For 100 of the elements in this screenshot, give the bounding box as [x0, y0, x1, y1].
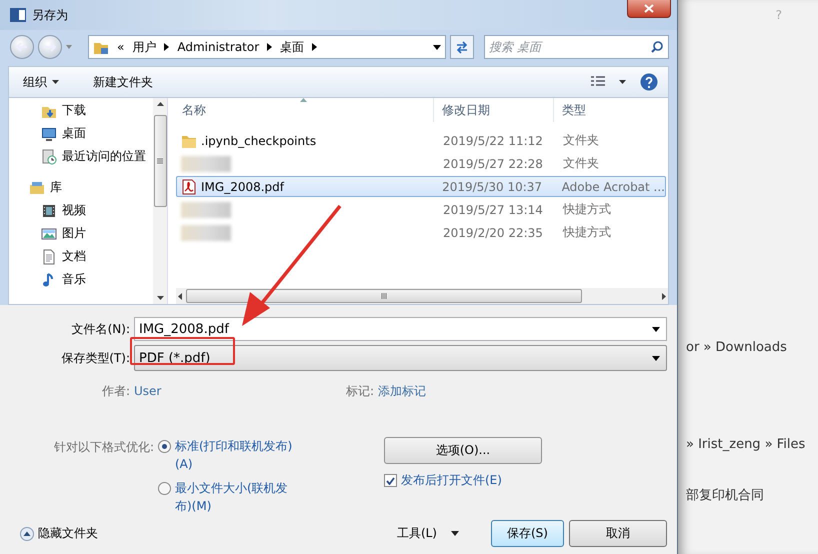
file-row[interactable]: 2019/5/27 22:28 文件夹 — [176, 153, 666, 174]
nav-label: 视频 — [62, 202, 86, 219]
scrollbar-thumb[interactable] — [186, 289, 582, 303]
search-field[interactable]: 搜索 桌面 — [484, 35, 669, 59]
nav-item[interactable]: 桌面 — [15, 122, 153, 145]
organize-menu[interactable]: 组织 — [19, 72, 63, 92]
dropdown-caret-icon — [652, 356, 660, 360]
file-type: Adobe Acrobat ... — [560, 180, 665, 194]
picture-icon — [41, 226, 57, 242]
caret-icon — [52, 80, 59, 84]
forward-arrow-icon — [44, 42, 56, 52]
scroll-right-icon — [662, 292, 666, 300]
help-icon[interactable] — [640, 73, 658, 91]
horizontal-scrollbar[interactable] — [176, 288, 668, 304]
back-button[interactable] — [10, 35, 34, 59]
dropdown-caret-icon[interactable] — [433, 44, 441, 50]
column-header[interactable]: 类型 — [554, 98, 668, 122]
field-label: 文件名(N): — [70, 320, 131, 338]
nav-item[interactable]: 库 — [15, 176, 153, 199]
file-row[interactable]: 2019/5/27 13:14 快捷方式 — [176, 199, 666, 220]
breadcrumb[interactable]: 桌面 — [280, 38, 304, 56]
window-title: 另存为 — [32, 6, 68, 24]
checkbox-label[interactable]: 发布后打开文件(E) — [401, 472, 502, 489]
file-type: 快捷方式 — [562, 201, 611, 218]
recent-path: 部复印机合同 — [686, 487, 765, 504]
nav-item[interactable]: 音乐 — [15, 268, 153, 291]
nav-item[interactable]: 最近访问的位置 — [15, 145, 153, 168]
file-type: 文件夹 — [562, 132, 599, 149]
cancel-button[interactable]: 取消 — [569, 520, 667, 547]
collapse-up-icon — [20, 526, 34, 540]
nav-item[interactable]: 图片 — [15, 222, 153, 245]
address-bar[interactable]: « 用户 Administrator 桌面 — [88, 35, 446, 59]
radio-label[interactable]: 最小文件大小(联机发布)(M) — [175, 479, 303, 515]
field-label: 保存类型(T): — [60, 350, 131, 366]
search-icon — [651, 41, 663, 53]
file-row[interactable]: 2019/2/20 22:35 快捷方式 — [176, 222, 666, 243]
save-button[interactable]: 保存(S) — [491, 520, 564, 547]
caret-icon — [451, 531, 459, 536]
file-type-dropdown[interactable]: PDF (*.pdf) — [134, 345, 667, 371]
recent-path: » Irist_zeng » Files — [686, 437, 806, 452]
nav-label: 音乐 — [62, 271, 86, 288]
file-date: 2019/2/20 22:35 — [442, 226, 544, 240]
refresh-button[interactable] — [450, 35, 474, 59]
chevron-right-icon[interactable] — [267, 43, 272, 51]
author-value[interactable]: User — [134, 384, 162, 398]
radio-label[interactable]: 标准(打印和联机发布)(A) — [175, 437, 303, 473]
document-icon — [41, 248, 57, 264]
nav-item[interactable]: 视频 — [15, 199, 153, 222]
nav-label: 下载 — [62, 102, 86, 119]
tools-menu[interactable]: 工具(L) — [390, 524, 465, 543]
scroll-up-icon — [156, 102, 164, 106]
new-folder-button[interactable]: 新建文件夹 — [89, 72, 157, 92]
pdf-file-icon — [181, 178, 197, 194]
sort-arrow-icon — [300, 98, 307, 102]
library-icon — [29, 180, 45, 196]
vertical-scrollbar[interactable] — [153, 98, 167, 304]
file-type: 快捷方式 — [562, 224, 611, 241]
blurred-name — [181, 224, 231, 240]
nav-item[interactable]: 下载 — [15, 99, 153, 122]
film-icon — [41, 202, 57, 218]
file-row[interactable]: IMG_2008.pdf 2019/5/30 10:37 Adobe Acrobat ... — [176, 176, 666, 197]
chevron-right-icon[interactable] — [312, 43, 318, 51]
file-date: 2019/5/27 22:28 — [442, 156, 544, 170]
file-name-field[interactable]: IMG_2008.pdf — [134, 317, 667, 341]
scroll-down-icon — [156, 296, 164, 300]
breadcrumb[interactable]: 用户 — [132, 38, 156, 56]
grip-icon — [157, 158, 163, 164]
tags-label: 标记: — [346, 382, 374, 400]
recent-places-icon — [41, 148, 57, 164]
radio-button[interactable] — [158, 440, 171, 453]
options-button[interactable]: 选项(O)... — [384, 437, 542, 464]
forward-button[interactable] — [38, 35, 62, 59]
blurred-name — [181, 202, 231, 218]
close-button[interactable] — [627, 0, 671, 18]
nav-label: 文档 — [62, 248, 86, 265]
file-date: 2019/5/30 10:37 — [441, 180, 544, 194]
file-row[interactable]: .ipynb_checkpoints 2019/5/22 11:12 文件夹 — [176, 130, 666, 151]
radio-button[interactable] — [158, 482, 171, 495]
view-list-icon[interactable] — [591, 76, 605, 88]
close-icon — [644, 4, 654, 13]
recent-path: or » Downloads — [686, 340, 788, 355]
file-name: .ipynb_checkpoints — [201, 134, 316, 148]
dropdown-caret-icon — [652, 326, 660, 332]
blurred-name — [181, 156, 231, 172]
author-label: 作者: — [102, 382, 130, 400]
nav-item[interactable]: 文档 — [15, 245, 153, 268]
nav-label: 库 — [50, 179, 62, 196]
scrollbar-thumb[interactable] — [154, 115, 166, 207]
caret-icon[interactable] — [619, 80, 626, 84]
hide-folders-button[interactable]: 隐藏文件夹 — [20, 525, 98, 542]
back-arrow-icon — [16, 42, 28, 52]
breadcrumb[interactable]: Administrator — [177, 40, 260, 54]
chevron-right-icon[interactable] — [164, 43, 170, 51]
column-header[interactable]: 修改日期 — [434, 98, 554, 122]
overflow-chevron[interactable]: « — [117, 40, 124, 54]
file-date: 2019/5/27 13:14 — [442, 202, 544, 216]
checkmark-icon — [386, 476, 395, 484]
file-type: 文件夹 — [562, 155, 599, 172]
checkbox[interactable] — [384, 474, 397, 487]
add-tags-link[interactable]: 添加标记 — [378, 382, 426, 400]
